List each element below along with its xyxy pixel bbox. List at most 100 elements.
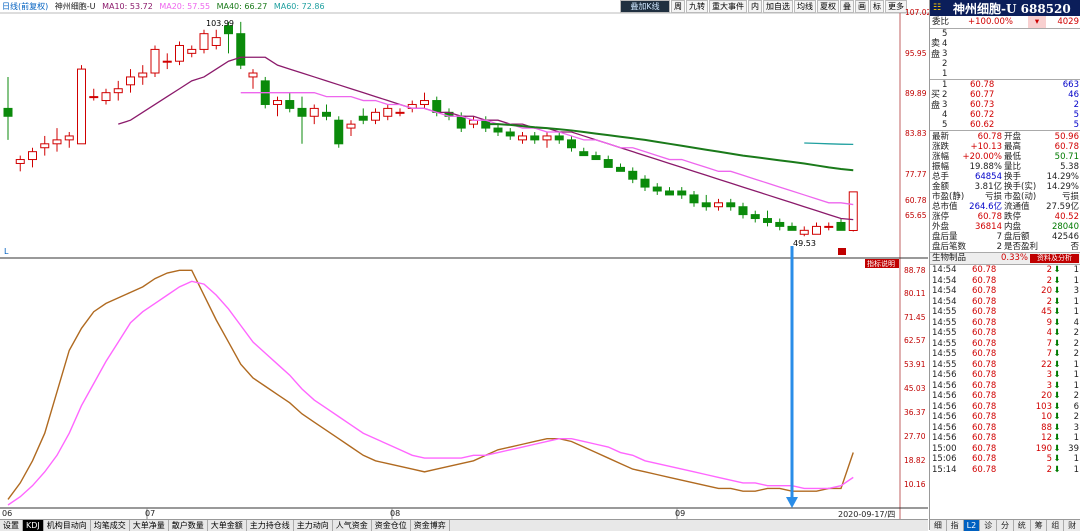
tick-row: 14:54 60.78 2 ⬇ 1 bbox=[930, 297, 1080, 308]
order-price: 60.77 bbox=[970, 90, 995, 100]
stat-row: 外盘 36814 内盘 28040 bbox=[930, 222, 1080, 232]
tick-volume: 3 bbox=[1046, 370, 1052, 380]
tick-time: 14:54 bbox=[932, 286, 957, 296]
panel-tab[interactable]: 财 bbox=[1064, 520, 1080, 531]
candle-body bbox=[89, 96, 99, 99]
indicator-tabs: 设置 KDJ 机构目动向 均笔成交 大单净量 散户数量 大单金额 主力持仓线 主力动向 人气资金资… bbox=[0, 519, 928, 531]
order-row[interactable]: 2 60.77 46 bbox=[930, 90, 1080, 100]
order-volume bbox=[1020, 39, 1080, 49]
tick-time: 14:56 bbox=[932, 391, 957, 401]
sector-name[interactable]: 生物制品 bbox=[930, 253, 972, 264]
analysis-button[interactable]: 资料及分析 bbox=[1030, 254, 1079, 263]
candle-body bbox=[15, 159, 25, 164]
chart-area[interactable]: 日线(前复权) 神州细胞-U MA10: 53.72 MA20: 57.55 M… bbox=[0, 0, 931, 531]
ma-line-ma10 bbox=[118, 56, 854, 221]
panel-tab[interactable]: 指 bbox=[947, 520, 964, 531]
candle-body bbox=[395, 111, 405, 114]
sell-label: 卖盘 bbox=[931, 39, 941, 60]
tick-row: 14:55 60.78 4 ⬇ 2 bbox=[930, 328, 1080, 339]
chart-svg[interactable]: 103.99 49.53 L 指标说明 bbox=[0, 0, 928, 519]
tick-volume: 45 bbox=[1041, 307, 1052, 317]
indicator-tab[interactable]: KDJ bbox=[23, 520, 44, 531]
indicator-tab[interactable]: 大单金额 bbox=[208, 520, 247, 531]
candle-body bbox=[542, 135, 552, 141]
stat-label: 涨跌 bbox=[932, 142, 950, 152]
tick-volume: 2 bbox=[1046, 275, 1052, 286]
order-row[interactable]: 5 bbox=[930, 29, 1080, 39]
ma-line-ma60 bbox=[804, 142, 854, 146]
panel-tab[interactable]: L2 bbox=[963, 520, 981, 531]
tick-row: 14:54 60.78 2 ⬇ 1 bbox=[930, 265, 1080, 276]
candle-body bbox=[211, 37, 221, 46]
tick-time: 14:56 bbox=[932, 422, 957, 433]
candle-body bbox=[824, 225, 834, 228]
kdj-line-d bbox=[7, 280, 854, 506]
indicator-tab[interactable]: 散户数量 bbox=[169, 520, 208, 531]
x-label: 08 bbox=[390, 509, 401, 518]
candle-body bbox=[652, 186, 662, 192]
indicator-tab[interactable]: 人气资金 bbox=[333, 520, 372, 531]
candle-body bbox=[505, 131, 515, 137]
tick-price: 60.78 bbox=[972, 391, 997, 401]
candle-body bbox=[52, 139, 62, 145]
order-volume: 46 bbox=[1068, 90, 1079, 100]
tick-count: 1 bbox=[1073, 370, 1079, 380]
tick-volume: 5 bbox=[1046, 454, 1052, 464]
candle-body bbox=[199, 33, 209, 50]
indicator-tab[interactable]: 主力动向 bbox=[294, 520, 333, 531]
sell-book: 卖盘 54321 bbox=[930, 29, 1080, 80]
order-row[interactable]: 3 bbox=[930, 49, 1080, 59]
panel-tab[interactable]: 诊 bbox=[980, 520, 998, 531]
panel-menu-icon[interactable]: ☷ bbox=[930, 3, 953, 13]
indicator-tab[interactable]: 资金博弈 bbox=[411, 520, 450, 531]
panel-tab[interactable]: 分 bbox=[997, 520, 1014, 531]
order-row[interactable]: 1 60.78 663 bbox=[930, 80, 1080, 90]
order-row[interactable]: 1 bbox=[930, 69, 1080, 79]
candle-body bbox=[383, 107, 393, 117]
stat-value: 19.88% bbox=[969, 162, 1002, 172]
candle-body bbox=[836, 221, 846, 231]
order-row[interactable]: 4 60.72 5 bbox=[930, 110, 1080, 120]
tick-price: 60.78 bbox=[972, 359, 997, 370]
stat-value: 50.71 bbox=[1054, 152, 1079, 162]
tick-volume: 190 bbox=[1035, 443, 1052, 454]
panel-tab[interactable]: 筹 bbox=[1031, 520, 1048, 531]
order-row[interactable]: 5 60.62 5 bbox=[930, 120, 1080, 130]
down-arrow-icon: ⬇ bbox=[1053, 359, 1061, 370]
order-volume: 2 bbox=[1073, 100, 1079, 110]
indicator-badge[interactable]: 指标说明 bbox=[867, 259, 895, 268]
order-row[interactable]: 3 60.73 2 bbox=[930, 100, 1080, 110]
stat-row: 涨跌 +10.13 最高 60.78 bbox=[930, 142, 1080, 152]
panel-tab[interactable]: 细 bbox=[930, 520, 947, 531]
order-row[interactable]: 4 bbox=[930, 39, 1080, 49]
panel-tab[interactable]: 组 bbox=[1047, 520, 1065, 531]
stat-label: 流通值 bbox=[1004, 202, 1030, 212]
indicator-tab[interactable]: 大单净量 bbox=[130, 520, 169, 531]
indicator-tab[interactable]: 设置 bbox=[0, 520, 23, 531]
indicator-tab[interactable]: 均笔成交 bbox=[91, 520, 130, 531]
stat-label: 换手(实) bbox=[1004, 182, 1037, 192]
order-price: 60.62 bbox=[970, 120, 995, 130]
order-row[interactable]: 2 bbox=[930, 59, 1080, 69]
indicator-tab[interactable]: 主力持仓线 bbox=[247, 520, 294, 531]
order-volume bbox=[1020, 29, 1080, 39]
tick-time: 14:55 bbox=[932, 349, 957, 359]
tick-count: 39 bbox=[1068, 443, 1079, 454]
event-icon[interactable] bbox=[838, 248, 846, 255]
stat-row: 总手 64854 换手 14.29% bbox=[930, 172, 1080, 182]
stat-row: 总市值 264.6亿 流通值 27.59亿 bbox=[930, 202, 1080, 212]
tick-row: 14:56 60.78 10 ⬇ 2 bbox=[930, 412, 1080, 423]
stat-value: 60.78 bbox=[1054, 142, 1079, 152]
candle-body bbox=[138, 72, 148, 78]
stat-value: 亏损 bbox=[984, 192, 1002, 202]
tick-row: 15:00 60.78 190 ⬇ 39 bbox=[930, 444, 1080, 455]
indicator-tab[interactable]: 资金仓位 bbox=[372, 520, 411, 531]
candlesticks bbox=[3, 21, 858, 237]
tick-time: 15:00 bbox=[932, 443, 957, 454]
stat-value: 2 bbox=[996, 242, 1002, 252]
candle-body bbox=[689, 194, 699, 204]
panel-tab[interactable]: 统 bbox=[1014, 520, 1031, 531]
down-arrow-icon: ⬇ bbox=[1053, 286, 1061, 296]
indicator-tab[interactable]: 机构目动向 bbox=[44, 520, 91, 531]
tick-list[interactable]: 14:54 60.78 2 ⬇ 1 14:54 60.78 2 ⬇ 1 14:54 60.78 20 ⬇ 3… bbox=[930, 265, 1080, 475]
